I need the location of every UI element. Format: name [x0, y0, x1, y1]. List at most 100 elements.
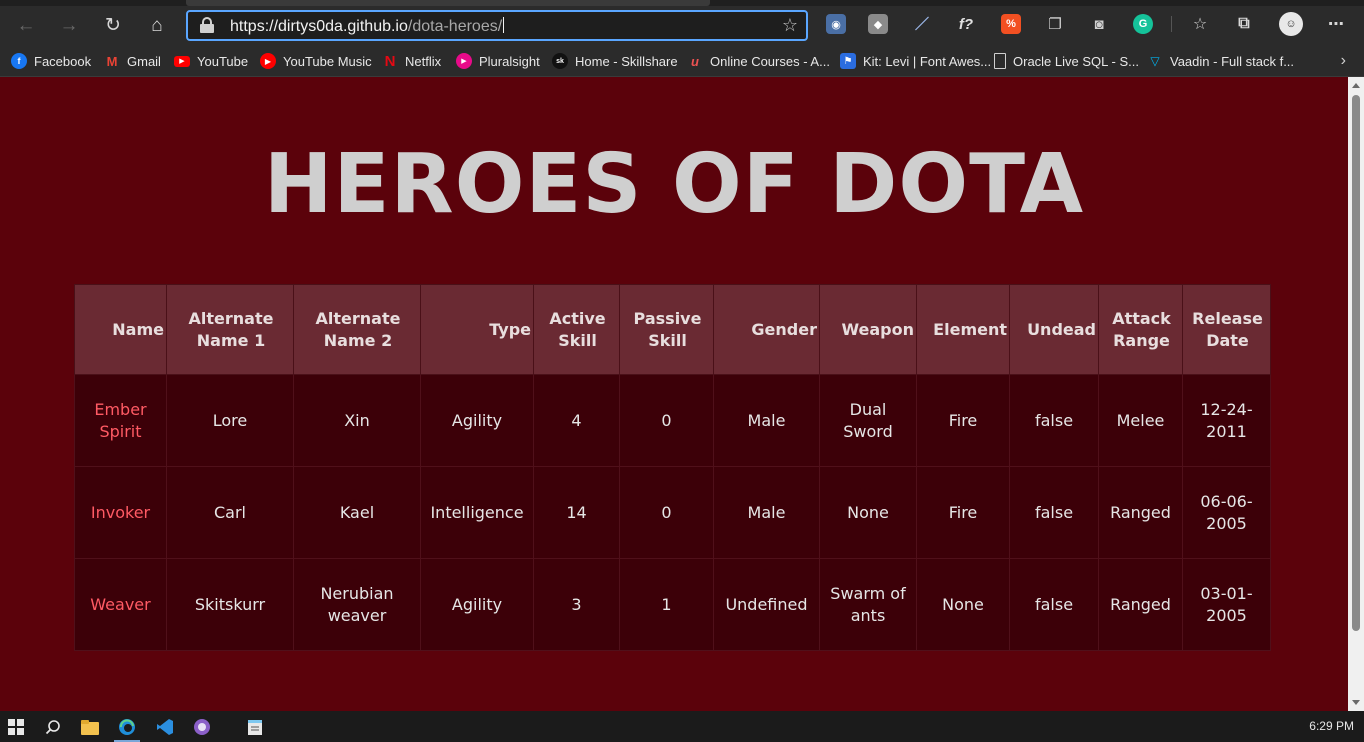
column-header: Alternate Name 2: [293, 284, 421, 375]
table-cell: None: [819, 466, 917, 559]
table-cell: Melee: [1098, 374, 1183, 467]
back-arrow-icon[interactable]: ←: [13, 12, 39, 38]
bookmark-youtube[interactable]: ▶ YouTube: [174, 51, 248, 71]
file-explorer-icon[interactable]: [79, 716, 101, 738]
bookmark-label: Facebook: [34, 53, 92, 69]
table-cell: Kael: [293, 466, 421, 559]
table-cell: 0: [619, 466, 714, 559]
extension-whatfont-icon[interactable]: f?: [956, 14, 976, 34]
extension-percent-icon[interactable]: %: [1001, 14, 1021, 34]
hero-name-cell: Invoker: [74, 466, 167, 559]
vscode-icon[interactable]: [154, 716, 176, 738]
bookmark-pluralsight[interactable]: ▶ Pluralsight: [456, 51, 540, 71]
edge-browser-icon[interactable]: [116, 716, 138, 738]
table-cell: false: [1009, 466, 1099, 559]
toolbar-divider: [1171, 16, 1172, 32]
scrollbar-thumb[interactable]: [1352, 95, 1360, 631]
profile-avatar[interactable]: ☺: [1279, 12, 1303, 36]
url-path: /dota-heroes/: [407, 18, 503, 35]
bookmark-font-awesome[interactable]: ⚑ Kit: Levi | Font Awes...: [840, 51, 991, 71]
home-icon[interactable]: ⌂: [144, 12, 170, 38]
table-cell: Fire: [916, 466, 1010, 559]
table-cell: Agility: [420, 558, 534, 651]
lock-icon[interactable]: [200, 17, 214, 33]
table-cell: 03-01-2005: [1182, 558, 1271, 651]
table-cell: Skitskurr: [166, 558, 294, 651]
vertical-scrollbar[interactable]: [1348, 77, 1364, 711]
favorite-star-icon[interactable]: ☆: [782, 15, 798, 36]
extension-pen-icon[interactable]: ／: [912, 14, 932, 34]
extension-copy-icon[interactable]: ❐: [1045, 14, 1065, 34]
column-header: Attack Range: [1098, 284, 1183, 375]
bookmark-label: Kit: Levi | Font Awes...: [863, 53, 992, 69]
page-title: HEROES OF DOTA: [263, 137, 1085, 232]
bookmark-skillshare[interactable]: sk Home - Skillshare: [552, 51, 678, 71]
page-viewport: HEROES OF DOTA Name Alternate Name 1 Alt…: [0, 77, 1348, 711]
table-cell: Intelligence: [420, 466, 534, 559]
column-header: Active Skill: [533, 284, 620, 375]
more-menu-icon[interactable]: ⋯: [1326, 14, 1346, 34]
table-cell: Ranged: [1098, 466, 1183, 559]
column-header: Release Date: [1182, 284, 1271, 375]
table-cell: 3: [533, 558, 620, 651]
notepad-icon[interactable]: [244, 716, 266, 738]
bookmark-label: Oracle Live SQL - S...: [1013, 53, 1139, 69]
bookmark-netflix[interactable]: N Netflix: [382, 51, 442, 71]
windows-taskbar: 6:29 PM: [0, 711, 1364, 742]
bookmark-youtube-music[interactable]: ▶ YouTube Music: [260, 51, 372, 71]
table-cell: Ranged: [1098, 558, 1183, 651]
scroll-down-arrow-icon[interactable]: [1352, 700, 1360, 705]
system-clock[interactable]: 6:29 PM: [1309, 719, 1354, 733]
collections-icon[interactable]: ⧉: [1234, 14, 1254, 34]
table-cell: None: [916, 558, 1010, 651]
bookmark-udemy[interactable]: u Online Courses - A...: [687, 51, 830, 71]
refresh-icon[interactable]: ↻: [100, 12, 126, 38]
address-url[interactable]: https://dirtys0da.github.io/dota-heroes/: [230, 17, 505, 36]
table-cell: false: [1009, 374, 1099, 467]
bookmark-oracle-live-sql[interactable]: Oracle Live SQL - S...: [994, 51, 1139, 71]
bookmarks-bar: f Facebook M Gmail ▶ YouTube ▶ YouTube Music…: [0, 46, 1364, 77]
table-cell: 0: [619, 374, 714, 467]
extension-bitwarden-icon[interactable]: ◆: [868, 14, 888, 34]
netflix-icon: N: [384, 52, 396, 70]
forward-arrow-icon[interactable]: →: [56, 12, 82, 38]
windows-start-icon[interactable]: [5, 716, 27, 738]
table-cell: 14: [533, 466, 620, 559]
github-desktop-icon[interactable]: [191, 716, 213, 738]
bookmark-label: Pluralsight: [479, 53, 540, 69]
table-cell: Lore: [166, 374, 294, 467]
extension-owl-icon[interactable]: ◉: [826, 14, 846, 34]
table-cell: 06-06-2005: [1182, 466, 1271, 559]
bookmark-facebook[interactable]: f Facebook: [11, 51, 91, 71]
active-tab-edge[interactable]: [186, 0, 710, 6]
table-cell: Xin: [293, 374, 421, 467]
extension-grammarly-icon[interactable]: G: [1133, 14, 1153, 34]
tab-strip-edge: [0, 0, 1364, 6]
table-row: Invoker Carl Kael Intelligence 14 0 Male…: [74, 466, 1271, 559]
table-row: Weaver Skitskurr Nerubian weaver Agility…: [74, 558, 1271, 651]
extension-camera-icon[interactable]: ◙: [1089, 14, 1109, 34]
bookmark-label: YouTube Music: [283, 53, 372, 69]
pluralsight-icon: ▶: [456, 53, 472, 69]
document-icon: [994, 53, 1006, 69]
table-cell: Agility: [420, 374, 534, 467]
address-bar[interactable]: https://dirtys0da.github.io/dota-heroes/…: [186, 10, 808, 41]
bookmark-vaadin[interactable]: ▽ Vaadin - Full stack f...: [1147, 51, 1294, 71]
bookmark-gmail[interactable]: M Gmail: [104, 51, 161, 71]
column-header: Gender: [713, 284, 820, 375]
favorites-list-icon[interactable]: ☆: [1190, 14, 1210, 34]
search-icon[interactable]: [42, 716, 64, 738]
font-awesome-icon: ⚑: [840, 53, 856, 69]
chevron-right-icon[interactable]: ›: [1341, 52, 1346, 70]
bookmark-label: Online Courses - A...: [710, 53, 830, 69]
facebook-icon: f: [11, 53, 27, 69]
column-header: Element: [916, 284, 1010, 375]
column-header: Weapon: [819, 284, 917, 375]
bookmark-label: YouTube: [197, 53, 249, 69]
skillshare-icon: sk: [552, 53, 568, 69]
scroll-up-arrow-icon[interactable]: [1352, 83, 1360, 88]
table-cell: Undefined: [713, 558, 820, 651]
table-cell: 1: [619, 558, 714, 651]
heroes-table: Name Alternate Name 1 Alternate Name 2 T…: [74, 284, 1271, 651]
youtube-music-icon: ▶: [260, 53, 276, 69]
